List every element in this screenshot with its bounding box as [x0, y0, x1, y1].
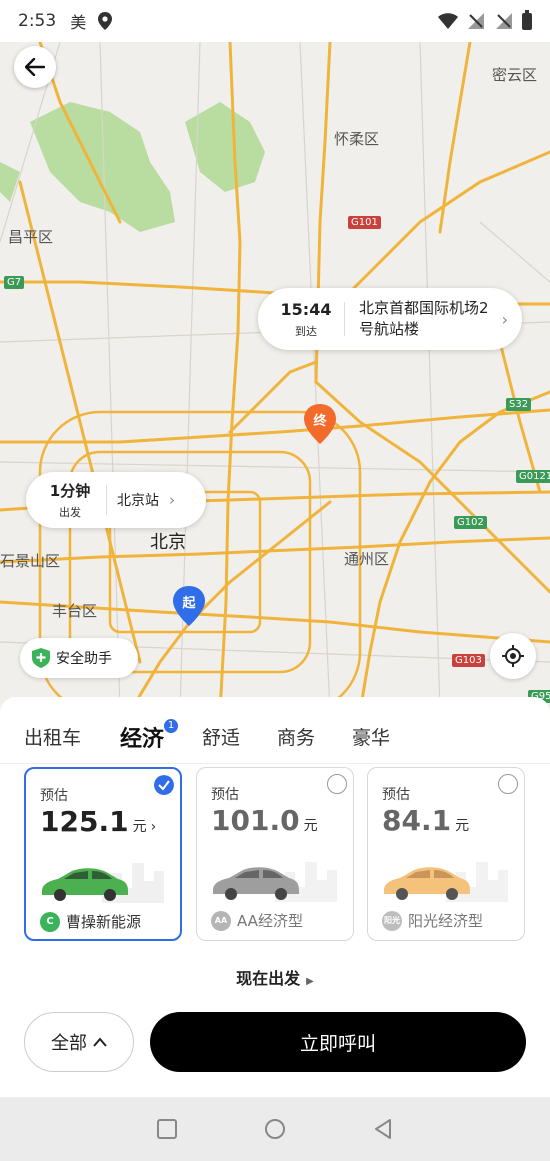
call-now-button[interactable]: 立即呼叫	[150, 1012, 526, 1072]
ride-option-cards: 预估 125.1 元 › C 曹操新能源 预估 101.0 元 AA AA经济型…	[24, 767, 526, 941]
status-carrier: 美	[70, 13, 87, 32]
divider	[0, 763, 550, 764]
system-nav-bar	[0, 1097, 550, 1161]
route-map[interactable]: 密云区 怀柔区 昌平区 北京 石景山区 丰台区 通州区 G101 G7 S32 …	[0, 42, 550, 712]
brand-name: AA经济型	[237, 912, 303, 930]
road-badge-g7: G7	[4, 276, 25, 289]
brand-logo-icon: C	[40, 911, 60, 932]
shield-icon	[32, 648, 50, 668]
road-badge-g101: G101	[348, 216, 381, 229]
chevron-up-icon	[93, 1037, 107, 1047]
place-label-fengtai: 丰台区	[52, 602, 98, 620]
road-badge-g102: G102	[454, 516, 487, 529]
chevron-right-icon: ›	[169, 491, 175, 509]
tab-economy[interactable]: 经济	[120, 721, 164, 753]
no-signal-icon	[496, 13, 512, 29]
tab-taxi[interactable]: 出租车	[24, 723, 81, 750]
pickup-pin-label: 起	[182, 596, 196, 611]
no-signal-icon	[468, 13, 484, 29]
battery-icon	[522, 9, 532, 30]
fare-amount: 125.1	[40, 805, 129, 838]
divider	[344, 302, 345, 336]
divider	[106, 485, 107, 515]
arrival-label: 到达	[295, 324, 317, 338]
brand-logo-icon: 阳光	[382, 910, 402, 931]
depart-time-selector[interactable]: 现在出发 ▶	[0, 965, 550, 989]
brand-name: 曹操新能源	[66, 913, 142, 931]
destination-pin-label: 终	[313, 414, 327, 429]
destination-name: 北京首都国际机场2号航站楼	[359, 299, 489, 338]
estimate-label: 预估	[382, 787, 410, 803]
tab-business[interactable]: 商务	[277, 723, 315, 750]
estimate-label: 预估	[211, 787, 239, 803]
pickup-place: 北京站	[117, 493, 159, 509]
pickup-wait-time: 1分钟	[49, 482, 91, 500]
place-label-changping: 昌平区	[8, 228, 54, 246]
road-badge-g103: G103	[452, 654, 485, 667]
fare-unit: 元	[132, 819, 147, 835]
brand-name: 阳光经济型	[408, 912, 484, 930]
fare-unit: 元	[455, 818, 470, 834]
back-nav-icon[interactable]	[371, 1117, 395, 1141]
car-icon	[42, 868, 128, 901]
brand-logo-icon: AA	[211, 910, 231, 931]
estimate-label: 预估	[40, 788, 68, 804]
road-badge-s32: S32	[506, 398, 532, 411]
safety-assistant-button[interactable]: 安全助手	[20, 638, 138, 678]
place-label-shijingshan: 石景山区	[0, 552, 61, 570]
car-icon	[213, 867, 299, 900]
fare-amount: 84.1	[382, 804, 452, 837]
brand-row: C 曹操新能源	[40, 911, 141, 932]
location-icon	[98, 12, 113, 30]
fare-amount: 101.0	[211, 804, 300, 837]
place-label-huairou: 怀柔区	[334, 130, 380, 148]
home-icon[interactable]	[263, 1117, 287, 1141]
tab-economy-badge: 1	[164, 719, 178, 733]
pickup-pin[interactable]: 起	[172, 586, 206, 628]
call-now-label: 立即呼叫	[299, 1032, 376, 1055]
pickup-wait-label: 出发	[59, 506, 81, 519]
status-time: 2:53	[18, 11, 57, 31]
depart-time-label: 现在出发	[236, 969, 301, 988]
back-button[interactable]	[14, 46, 56, 88]
ride-options-sheet: 出租车 经济 1 舒适 商务 豪华 预估 125.1 元 › C 曹操新能源 预…	[0, 697, 550, 1097]
check-circle-icon	[154, 775, 174, 795]
destination-pin[interactable]: 终	[303, 404, 337, 446]
fare-price: 101.0 元	[211, 804, 318, 837]
tab-luxury[interactable]: 豪华	[352, 723, 390, 750]
safety-assistant-label: 安全助手	[56, 651, 112, 667]
wifi-icon	[438, 13, 458, 29]
fare-price: 125.1 元 ›	[40, 805, 156, 838]
arrival-time: 15:44	[280, 299, 332, 319]
triangle-right-icon: ▶	[306, 976, 314, 987]
car-icon	[384, 867, 470, 900]
tab-comfort[interactable]: 舒适	[202, 723, 240, 750]
brand-row: AA AA经济型	[211, 910, 303, 931]
radio-button[interactable]	[327, 774, 347, 794]
all-options-button[interactable]: 全部	[24, 1012, 134, 1072]
all-options-label: 全部	[51, 1033, 87, 1054]
destination-eta-bubble[interactable]: 15:44 到达 北京首都国际机场2号航站楼 ›	[258, 288, 522, 350]
chevron-right-icon: ›	[501, 309, 508, 329]
road-badge-g0121: G0121	[516, 470, 550, 483]
chevron-right-icon: ›	[150, 819, 157, 835]
place-label-tongzhou: 通州区	[344, 550, 390, 568]
status-bar: 2:53 美	[0, 0, 550, 42]
place-label-beijing: 北京	[150, 532, 186, 553]
radio-button[interactable]	[498, 774, 518, 794]
ride-card-yangguang[interactable]: 预估 84.1 元 阳光 阳光经济型	[367, 767, 525, 941]
fare-price: 84.1 元	[382, 804, 469, 837]
place-label-miyun: 密云区	[492, 66, 538, 84]
fare-unit: 元	[303, 818, 318, 834]
ride-card-caocao[interactable]: 预估 125.1 元 › C 曹操新能源	[24, 767, 182, 941]
locate-me-button[interactable]	[490, 633, 536, 679]
pickup-bubble[interactable]: 1分钟 出发 北京站 ›	[26, 472, 206, 528]
ride-card-aa[interactable]: 预估 101.0 元 AA AA经济型	[196, 767, 354, 941]
brand-row: 阳光 阳光经济型	[382, 910, 483, 931]
locate-icon	[502, 645, 524, 667]
arrow-left-icon	[25, 58, 45, 76]
recents-icon[interactable]	[155, 1117, 179, 1141]
